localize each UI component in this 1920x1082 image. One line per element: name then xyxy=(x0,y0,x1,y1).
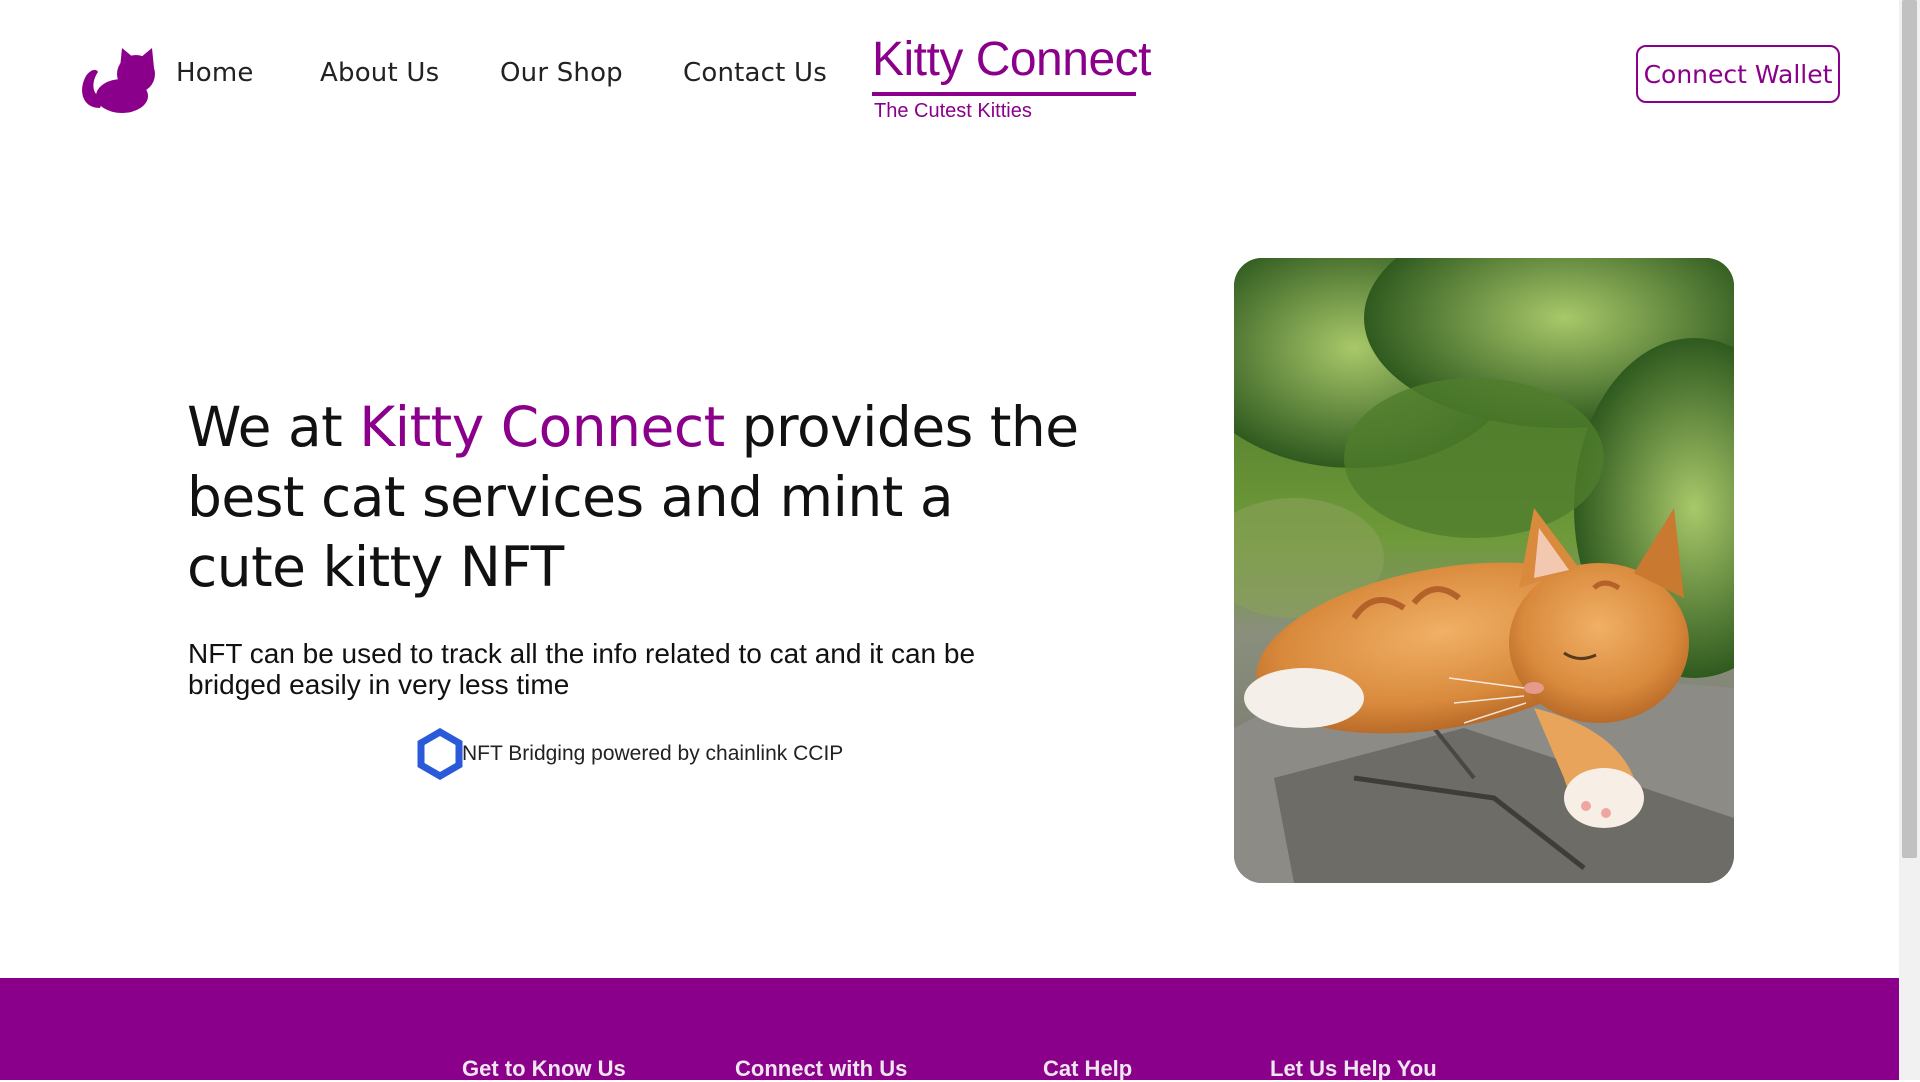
hero-title-accent: Kitty Connect xyxy=(359,395,725,459)
hero-subtitle: NFT can be used to track all the info re… xyxy=(188,638,976,700)
footer xyxy=(0,978,1899,1080)
brand-underline xyxy=(872,92,1136,96)
scrollbar-thumb[interactable] xyxy=(1902,0,1917,858)
nav-about-us[interactable]: About Us xyxy=(320,58,439,88)
powered-by: NFT Bridging powered by chainlink CCIP xyxy=(416,728,843,780)
hero-title: We at Kitty Connect provides the best ca… xyxy=(187,392,1087,602)
chainlink-icon xyxy=(417,728,463,780)
connect-wallet-button[interactable]: Connect Wallet xyxy=(1636,45,1840,103)
brand-title: Kitty Connect xyxy=(872,33,1151,86)
hero-cat-photo xyxy=(1234,258,1734,883)
nav-home[interactable]: Home xyxy=(176,58,254,88)
footer-heading-get-to-know-us: Get to Know Us xyxy=(462,1056,626,1081)
page: Home About Us Our Shop Contact Us Kitty … xyxy=(0,0,1899,1081)
nav-our-shop[interactable]: Our Shop xyxy=(500,58,623,88)
brand[interactable]: Kitty Connect The Cutest Kitties xyxy=(872,32,1151,123)
footer-heading-connect-with-us: Connect with Us xyxy=(735,1056,908,1081)
footer-heading-cat-help: Cat Help xyxy=(1043,1056,1133,1081)
sleeping-cat-image xyxy=(1234,258,1734,883)
cat-logo-icon[interactable] xyxy=(78,46,160,114)
footer-heading-let-us-help-you: Let Us Help You xyxy=(1270,1056,1437,1081)
nav-contact-us[interactable]: Contact Us xyxy=(683,58,827,88)
brand-subtitle: The Cutest Kitties xyxy=(874,100,1032,122)
vertical-scrollbar[interactable] xyxy=(1899,0,1920,1080)
powered-text: NFT Bridging powered by chainlink CCIP xyxy=(462,742,844,765)
hero-title-pre: We at xyxy=(187,395,360,459)
